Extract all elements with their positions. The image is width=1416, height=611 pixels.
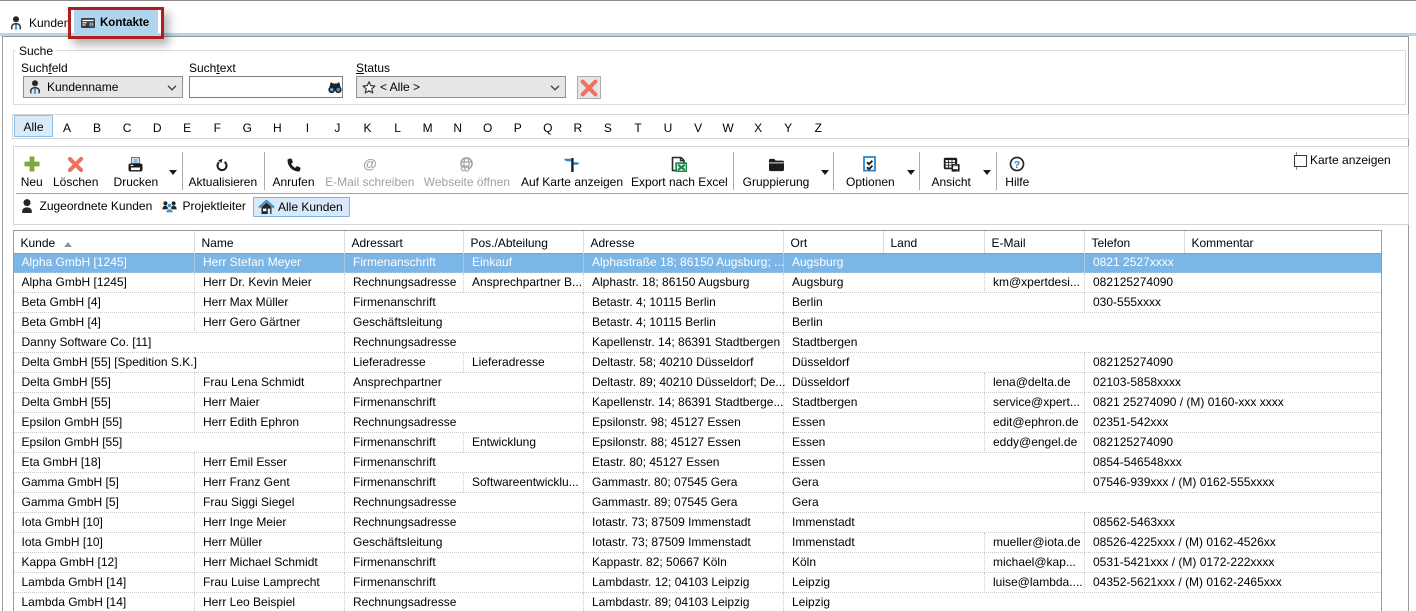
svg-text:?: ? [1014, 159, 1020, 171]
svg-text:@: @ [363, 156, 377, 172]
